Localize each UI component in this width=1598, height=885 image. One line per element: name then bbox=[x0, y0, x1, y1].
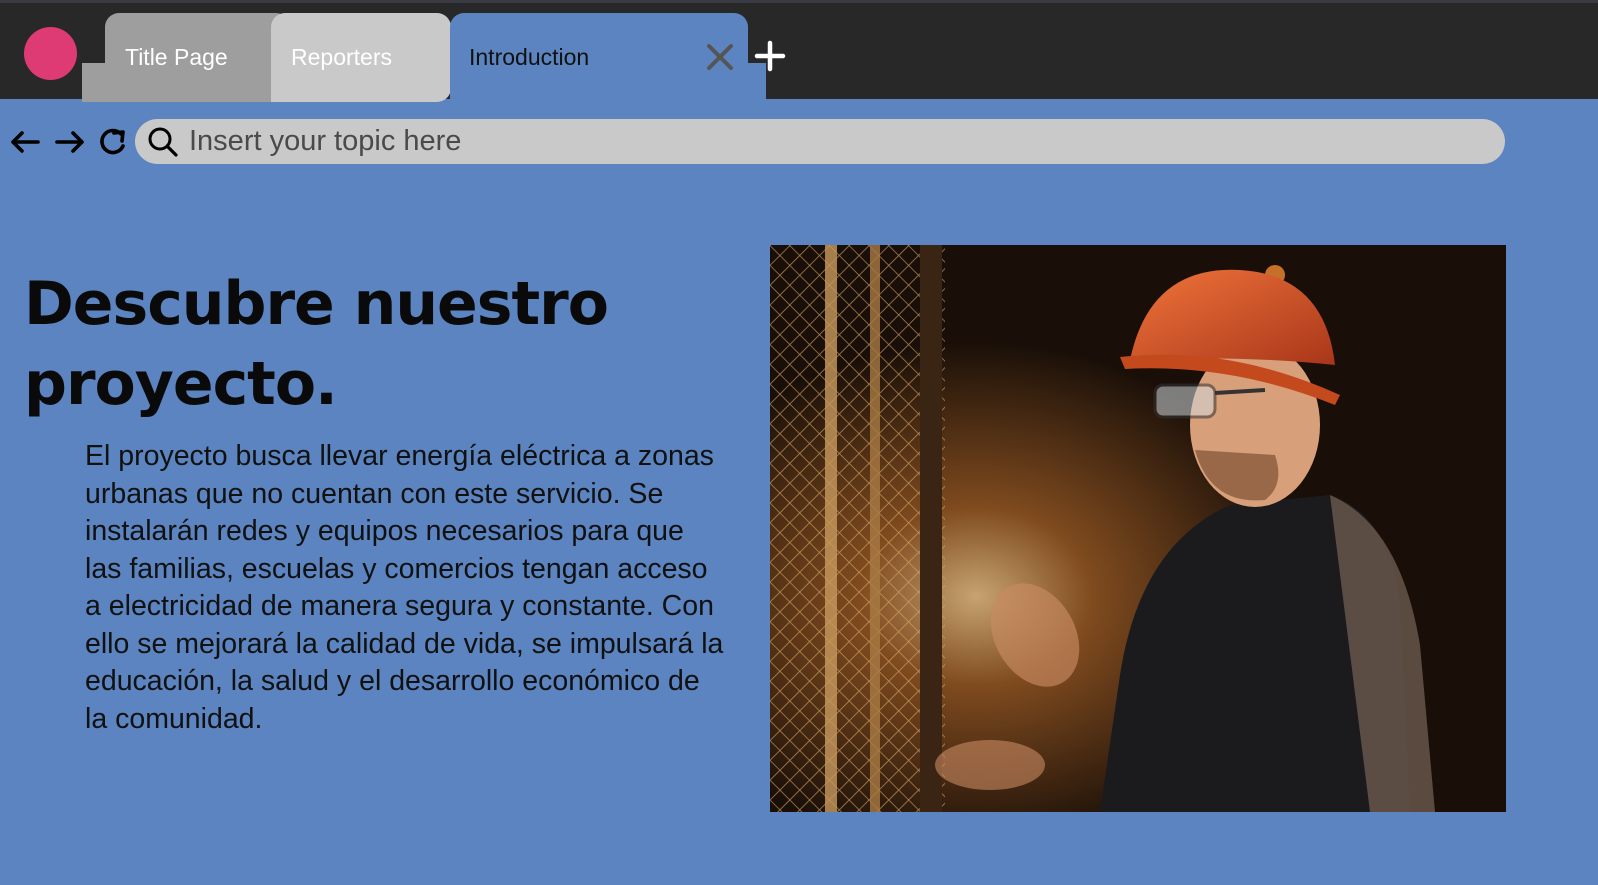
arrow-right-icon[interactable] bbox=[53, 127, 87, 157]
search-bar[interactable] bbox=[135, 119, 1505, 164]
tab-title-page[interactable]: Title Page bbox=[105, 13, 290, 102]
plus-icon[interactable] bbox=[754, 40, 786, 72]
tab-label: Introduction bbox=[469, 44, 590, 70]
search-input[interactable] bbox=[189, 125, 1389, 158]
body-paragraph: El proyecto busca llevar energía eléctri… bbox=[85, 440, 724, 735]
tab-label: Title Page bbox=[125, 44, 228, 70]
close-icon[interactable] bbox=[704, 41, 736, 73]
arrow-left-icon[interactable] bbox=[8, 127, 42, 157]
app-logo-dot[interactable] bbox=[24, 27, 77, 80]
reload-icon[interactable] bbox=[97, 127, 131, 157]
worker-photo bbox=[770, 245, 1506, 812]
tab-reporters[interactable]: Reporters bbox=[271, 13, 451, 102]
worker-illustration bbox=[770, 245, 1506, 812]
tab-label: Reporters bbox=[291, 44, 392, 70]
page-title: Descubre nuestro proyecto. bbox=[24, 269, 609, 419]
search-icon bbox=[148, 127, 178, 157]
title-bar: Title Page Reporters Introduction bbox=[0, 0, 1598, 102]
